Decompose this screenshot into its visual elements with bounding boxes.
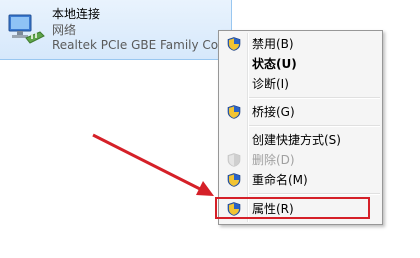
menu-item-label: 禁用(B) [252, 37, 294, 51]
menu-item-label: 创建快捷方式(S) [252, 133, 341, 147]
menu-item-label: 诊断(I) [252, 77, 289, 91]
menu-item-label: 删除(D) [252, 153, 295, 167]
menu-item-delete: 删除(D) [221, 150, 380, 170]
uac-shield-icon [227, 173, 241, 187]
context-menu: 禁用(B) 状态(U) 诊断(I) 桥接(G) 创建快捷方式(S) 删除(D) [218, 30, 383, 225]
menu-separator [249, 97, 380, 99]
uac-shield-icon [227, 153, 241, 167]
menu-item-bridge[interactable]: 桥接(G) [221, 102, 380, 122]
annotation-highlight-box [215, 197, 370, 219]
menu-item-rename[interactable]: 重命名(M) [221, 170, 380, 190]
menu-item-status[interactable]: 状态(U) [221, 54, 380, 74]
menu-item-label: 重命名(M) [252, 173, 308, 187]
uac-shield-icon [227, 105, 241, 119]
menu-separator [249, 125, 380, 127]
menu-separator [249, 193, 380, 195]
menu-item-label: 状态(U) [252, 57, 297, 71]
menu-item-create-shortcut[interactable]: 创建快捷方式(S) [221, 130, 380, 150]
menu-item-label: 桥接(G) [252, 105, 295, 119]
menu-item-disable[interactable]: 禁用(B) [221, 34, 380, 54]
menu-item-diagnose[interactable]: 诊断(I) [221, 74, 380, 94]
uac-shield-icon [227, 37, 241, 51]
